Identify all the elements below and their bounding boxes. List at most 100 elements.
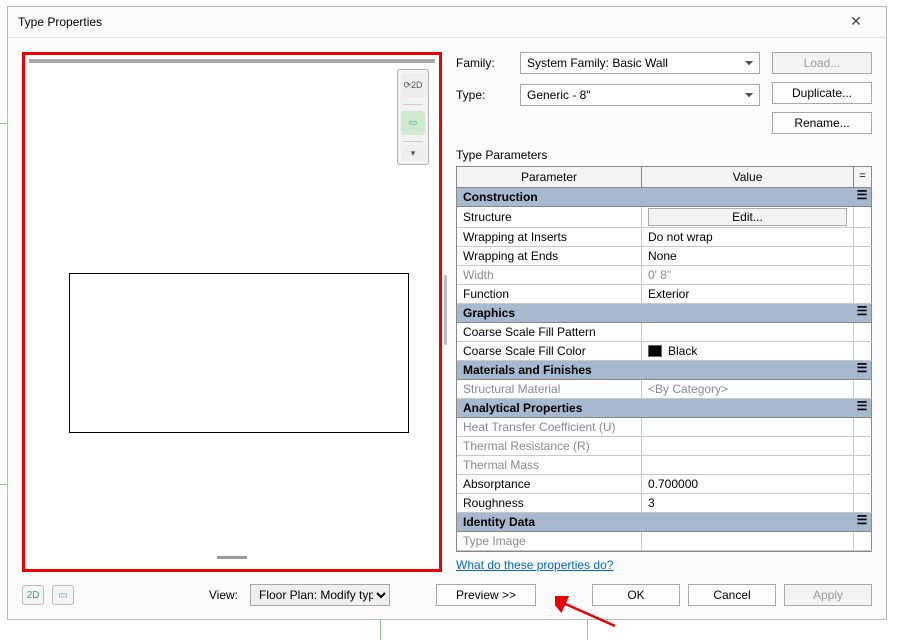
parameter-eq [854,437,872,455]
close-icon[interactable]: ✕ [836,13,876,30]
collapse-icon[interactable]: ☰ [853,513,871,531]
parameter-value [642,418,854,436]
category-name: Graphics [457,304,853,322]
dialog-footer: 2D ▭ View: Floor Plan: Modify typ Previe… [8,576,886,619]
parameter-name: Coarse Scale Fill Pattern [457,323,642,341]
type-properties-dialog: Type Properties ✕ ⟳2D ▭ ▾ [7,6,887,620]
category-name: Analytical Properties [457,399,853,417]
parameter-value [642,456,854,474]
parameter-eq [854,494,872,512]
apply-button: Apply [784,584,872,606]
parameter-row[interactable]: Absorptance0.700000 [457,475,872,494]
parameter-value[interactable]: Do not wrap [642,228,854,246]
ok-button[interactable]: OK [592,584,680,606]
preview-pane: ⟳2D ▭ ▾ [22,52,442,572]
parameter-row: Heat Transfer Coefficient (U) [457,418,872,437]
preview-button[interactable]: Preview >> [436,584,536,606]
color-swatch [648,345,662,357]
family-select[interactable]: System Family: Basic Wall [520,52,760,74]
zoom-region-icon[interactable]: ▭ [401,111,425,135]
parameter-row[interactable]: Coarse Scale Fill Pattern [457,323,872,342]
parameter-name: Thermal Resistance (R) [457,437,642,455]
category-name: Construction [457,188,853,206]
view-select[interactable]: Floor Plan: Modify typ [250,584,390,606]
parameter-name: Absorptance [457,475,642,493]
parameter-row[interactable]: Coarse Scale Fill ColorBlack [457,342,872,361]
parameter-row[interactable]: FunctionExterior [457,285,872,304]
family-label: Family: [456,56,508,70]
parameter-value[interactable]: None [642,247,854,265]
help-link[interactable]: What do these properties do? [456,558,872,572]
parameter-value[interactable] [642,323,854,341]
parameter-row[interactable]: Wrapping at InsertsDo not wrap [457,228,872,247]
col-header-parameter[interactable]: Parameter [457,167,642,188]
view-2d-icon[interactable]: 2D [22,585,44,605]
edit-button[interactable]: Edit... [648,208,847,226]
titlebar: Type Properties ✕ [8,7,886,38]
parameter-value[interactable]: Exterior [642,285,854,303]
preview-geometry [69,273,409,433]
parameter-row: Thermal Resistance (R) [457,437,872,456]
parameter-value[interactable]: 3 [642,494,854,512]
collapse-icon[interactable]: ☰ [853,304,871,322]
parameter-eq [854,418,872,436]
cancel-button[interactable]: Cancel [688,584,776,606]
category-row[interactable]: Materials and Finishes☰ [457,361,872,380]
chevron-down-icon[interactable]: ▾ [401,148,425,160]
collapse-icon[interactable]: ☰ [853,188,871,206]
parameter-table: Parameter Value = Construction☰Structure… [456,166,872,552]
parameter-eq [854,532,872,550]
parameter-name: Roughness [457,494,642,512]
rename-button[interactable]: Rename... [772,112,872,134]
load-button: Load... [772,52,872,74]
collapse-icon[interactable]: ☰ [853,399,871,417]
viewcube-panel[interactable]: ⟳2D ▭ ▾ [397,69,429,165]
viewcube-2d-icon[interactable]: ⟳2D [401,74,425,98]
parameter-row: Type Image [457,532,872,551]
parameter-row: Width0' 8" [457,266,872,285]
parameter-value[interactable]: Black [642,342,854,360]
parameter-row[interactable]: Structure Edit... [457,207,872,228]
collapse-icon[interactable]: ☰ [853,361,871,379]
parameter-row[interactable]: Wrapping at EndsNone [457,247,872,266]
view-label: View: [209,588,238,602]
view-3d-icon[interactable]: ▭ [52,585,74,605]
parameter-name: Thermal Mass [457,456,642,474]
parameter-value[interactable]: Edit... [642,207,854,227]
preview-frame: ⟳2D ▭ ▾ [22,52,442,572]
type-select[interactable]: Generic - 8" [520,84,760,106]
parameter-eq [854,475,872,493]
parameter-value[interactable]: 0.700000 [642,475,854,493]
category-row[interactable]: Identity Data☰ [457,513,872,532]
col-header-value[interactable]: Value [642,167,854,188]
splitter-handle[interactable] [217,556,247,559]
category-name: Identity Data [457,513,853,531]
parameter-eq [854,342,872,360]
category-name: Materials and Finishes [457,361,853,379]
parameter-eq [854,380,872,398]
parameter-name: Structure [457,207,642,227]
parameter-eq [854,207,872,227]
parameter-row: Thermal Mass [457,456,872,475]
parameter-name: Structural Material [457,380,642,398]
category-row[interactable]: Graphics☰ [457,304,872,323]
parameter-value [642,437,854,455]
preview-scrollbar[interactable] [444,275,447,345]
parameter-value [642,532,854,550]
parameter-row[interactable]: Roughness3 [457,494,872,513]
window-title: Type Properties [18,15,836,29]
parameter-value: <By Category> [642,380,854,398]
parameter-name: Function [457,285,642,303]
parameter-eq [854,228,872,246]
category-row[interactable]: Analytical Properties☰ [457,399,872,418]
parameter-row: Structural Material<By Category> [457,380,872,399]
parameter-name: Wrapping at Inserts [457,228,642,246]
parameter-eq [854,266,872,284]
parameter-eq [854,323,872,341]
parameter-value: 0' 8" [642,266,854,284]
duplicate-button[interactable]: Duplicate... [772,82,872,104]
parameter-name: Heat Transfer Coefficient (U) [457,418,642,436]
category-row[interactable]: Construction☰ [457,188,872,207]
parameter-eq [854,247,872,265]
col-header-equals[interactable]: = [854,167,872,188]
